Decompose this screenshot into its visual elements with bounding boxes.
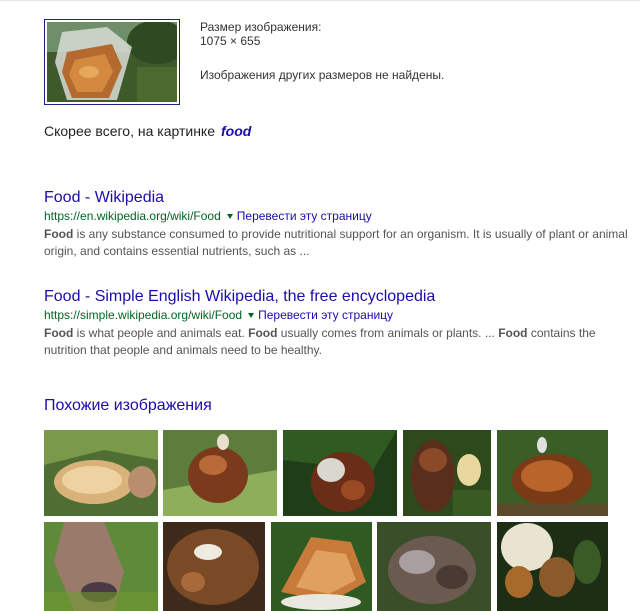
query-image-thumbnail[interactable] [44,19,180,105]
image-size-info: Размер изображения: 1075 × 655 [200,20,321,48]
search-result: Food - Wikipedia https://en.wikipedia.or… [44,188,634,260]
similar-image[interactable] [163,430,277,516]
similar-images-heading[interactable]: Похожие изображения [44,397,212,415]
query-image [47,22,177,102]
similar-image[interactable] [44,522,158,611]
similar-image[interactable] [271,522,372,611]
similar-image[interactable] [163,522,265,611]
snippet-text: usually comes from animals or plants. ..… [277,326,499,340]
top-divider [0,0,640,1]
translate-page-link[interactable]: Перевести эту страницу [237,209,372,223]
snippet-keyword: Food [44,227,74,241]
result-title-link[interactable]: Food - Simple English Wikipedia, the fre… [44,287,634,306]
similar-image[interactable] [377,522,491,611]
dropdown-arrow-icon[interactable] [226,213,233,219]
similar-image[interactable] [403,430,491,516]
snippet-text: is what people and animals eat. [73,326,249,340]
image-size-label: Размер изображения: [200,20,322,34]
result-snippet: Food is any substance consumed to provid… [44,226,634,260]
similar-image[interactable] [497,522,608,611]
similar-image[interactable] [497,430,608,516]
result-url-line: https://simple.wikipedia.org/wiki/Food Пе… [44,307,634,323]
result-url-line: https://en.wikipedia.org/wiki/Food Переве… [44,208,634,224]
image-size-value: 1075 × 655 [200,34,261,48]
snippet-text: is any substance consumed to provide nut… [44,227,628,258]
best-guess-query-link[interactable]: food [221,123,251,139]
result-snippet: Food is what people and animals eat. Foo… [44,325,634,359]
similar-image[interactable] [283,430,397,516]
result-url: https://en.wikipedia.org/wiki/Food [44,209,221,223]
dropdown-arrow-icon[interactable] [248,312,255,318]
result-url: https://simple.wikipedia.org/wiki/Food [44,308,243,322]
best-guess-prefix: Скорее всего, на картинке [44,123,215,139]
translate-page-link[interactable]: Перевести эту страницу [258,308,393,322]
snippet-keyword: Food [44,326,74,340]
best-guess: Скорее всего, на картинке food [44,123,251,139]
result-title-link[interactable]: Food - Wikipedia [44,188,634,207]
no-other-sizes-text: Изображения других размеров не найдены. [200,68,445,82]
snippet-keyword: Food [498,326,528,340]
similar-image[interactable] [44,430,158,516]
snippet-keyword: Food [248,326,278,340]
search-result: Food - Simple English Wikipedia, the fre… [44,287,634,359]
